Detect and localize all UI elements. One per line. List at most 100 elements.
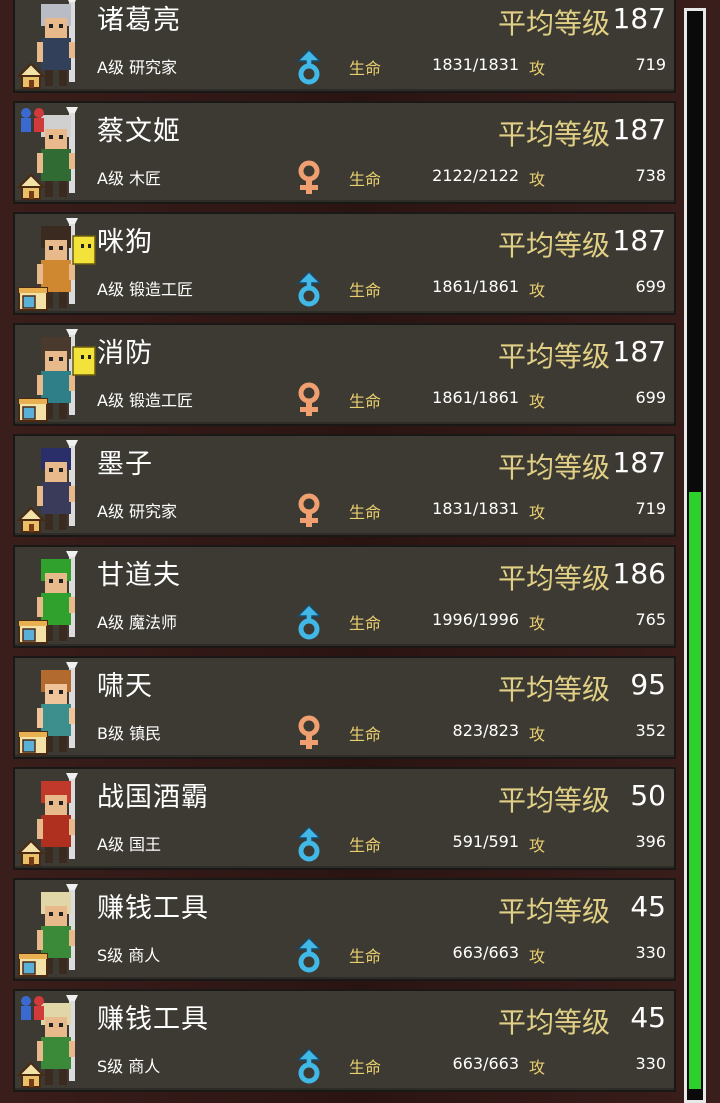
shop-icon xyxy=(18,731,48,755)
character-portrait[interactable] xyxy=(17,993,97,1089)
hp-label: 生命 xyxy=(349,836,382,855)
character-name: 墨子 xyxy=(97,449,153,480)
avg-level-label: 平均等级 xyxy=(497,673,610,706)
character-portrait[interactable] xyxy=(17,549,97,645)
character-row[interactable]: 消防 平均等级 187 A级 锻造工匠 生命 1861/1861 攻 699 xyxy=(13,323,676,426)
avg-level-label: 平均等级 xyxy=(497,895,610,928)
house-icon xyxy=(17,62,46,89)
attack-label: 攻 xyxy=(529,1058,546,1077)
rank-job-text: S级 商人 xyxy=(97,946,161,965)
avg-level-label: 平均等级 xyxy=(497,562,610,595)
character-row[interactable]: 赚钱工具 平均等级 45 S级 商人 生命 663/663 攻 330 xyxy=(13,989,676,1092)
shop-icon xyxy=(18,953,48,977)
avg-level-value: 45 xyxy=(630,1001,666,1034)
hp-label: 生命 xyxy=(349,947,382,966)
female-symbol-icon xyxy=(298,493,320,527)
character-list[interactable]: 诸葛亮 平均等级 187 A级 研究家 生命 1831/1831 攻 719 蔡… xyxy=(13,0,676,1103)
character-name: 蔡文姬 xyxy=(97,116,181,147)
character-name: 赚钱工具 xyxy=(97,893,209,924)
character-name: 诸葛亮 xyxy=(97,5,181,36)
hp-label: 生命 xyxy=(349,392,382,411)
rank-job-text: A级 国王 xyxy=(97,835,162,854)
avg-level-value: 50 xyxy=(630,779,666,812)
attack-label: 攻 xyxy=(529,281,546,300)
character-row[interactable]: 墨子 平均等级 187 A级 研究家 生命 1831/1831 攻 719 xyxy=(13,434,676,537)
attack-value: 699 xyxy=(635,388,666,407)
house-icon xyxy=(17,506,46,533)
attack-label: 攻 xyxy=(529,392,546,411)
attack-value: 765 xyxy=(635,610,666,629)
avg-level-value: 187 xyxy=(612,446,666,479)
character-portrait[interactable] xyxy=(17,327,97,423)
character-row[interactable]: 咪狗 平均等级 187 A级 锻造工匠 生命 1861/1861 攻 699 xyxy=(13,212,676,315)
character-row[interactable]: 诸葛亮 平均等级 187 A级 研究家 生命 1831/1831 攻 719 xyxy=(13,0,676,93)
hp-value: 823/823 xyxy=(452,721,519,740)
hp-value: 591/591 xyxy=(452,832,519,851)
character-row[interactable]: 赚钱工具 平均等级 45 S级 商人 生命 663/663 攻 330 xyxy=(13,878,676,981)
rank-job-text: S级 商人 xyxy=(97,1057,161,1076)
house-icon xyxy=(17,839,46,866)
house-icon xyxy=(17,173,46,200)
character-row[interactable]: 战国酒霸 平均等级 50 A级 国王 生命 591/591 攻 396 xyxy=(13,767,676,870)
avg-level-label: 平均等级 xyxy=(497,118,610,151)
character-name: 甘道夫 xyxy=(97,560,181,591)
attack-value: 396 xyxy=(635,832,666,851)
avg-level-label: 平均等级 xyxy=(497,340,610,373)
attack-value: 330 xyxy=(635,943,666,962)
avg-level-value: 186 xyxy=(612,557,666,590)
character-portrait[interactable] xyxy=(17,882,97,978)
scrollbar-thumb[interactable] xyxy=(689,492,701,1089)
hp-label: 生命 xyxy=(349,614,382,633)
male-symbol-icon xyxy=(296,826,322,862)
attack-label: 攻 xyxy=(529,947,546,966)
character-row[interactable]: 甘道夫 平均等级 186 A级 魔法师 生命 1996/1996 攻 765 xyxy=(13,545,676,648)
avg-level-value: 187 xyxy=(612,113,666,146)
character-portrait[interactable] xyxy=(17,771,97,867)
hp-label: 生命 xyxy=(349,59,382,78)
character-name: 消防 xyxy=(97,338,153,369)
yellow-flag-icon xyxy=(72,346,96,376)
avg-level-label: 平均等级 xyxy=(497,784,610,817)
rank-job-text: B级 镇民 xyxy=(97,724,162,743)
attack-label: 攻 xyxy=(529,170,546,189)
female-symbol-icon xyxy=(298,160,320,194)
yellow-flag-icon xyxy=(72,235,96,265)
character-row[interactable]: 蔡文姬 平均等级 187 A级 木匠 生命 2122/2122 攻 738 xyxy=(13,101,676,204)
rank-job-text: A级 木匠 xyxy=(97,169,162,188)
attack-label: 攻 xyxy=(529,836,546,855)
female-symbol-icon xyxy=(298,715,320,749)
avg-level-label: 平均等级 xyxy=(497,451,610,484)
character-portrait[interactable] xyxy=(17,105,97,201)
character-name: 咪狗 xyxy=(97,227,153,258)
attack-value: 738 xyxy=(635,166,666,185)
character-portrait[interactable] xyxy=(17,438,97,534)
avg-level-label: 平均等级 xyxy=(497,1006,610,1039)
hp-label: 生命 xyxy=(349,1058,382,1077)
attack-value: 330 xyxy=(635,1054,666,1073)
character-portrait[interactable] xyxy=(17,660,97,756)
shop-icon xyxy=(18,287,48,311)
hp-value: 663/663 xyxy=(452,943,519,962)
rank-job-text: A级 锻造工匠 xyxy=(97,391,194,410)
avg-level-value: 95 xyxy=(630,668,666,701)
male-symbol-icon xyxy=(296,49,322,85)
attack-value: 719 xyxy=(635,55,666,74)
avg-level-value: 187 xyxy=(612,224,666,257)
house-icon xyxy=(17,1061,46,1088)
character-name: 赚钱工具 xyxy=(97,1004,209,1035)
rank-job-text: A级 魔法师 xyxy=(97,613,178,632)
male-symbol-icon xyxy=(296,1048,322,1084)
character-portrait[interactable] xyxy=(17,216,97,312)
hp-value: 1996/1996 xyxy=(432,610,519,629)
character-row[interactable]: 啸天 平均等级 95 B级 镇民 生命 823/823 攻 352 xyxy=(13,656,676,759)
avg-level-value: 187 xyxy=(612,2,666,35)
shop-icon xyxy=(18,620,48,644)
avg-level-label: 平均等级 xyxy=(497,7,610,40)
hp-value: 1861/1861 xyxy=(432,388,519,407)
team-icon xyxy=(21,996,44,1020)
attack-value: 352 xyxy=(635,721,666,740)
character-portrait[interactable] xyxy=(17,0,97,90)
hp-label: 生命 xyxy=(349,170,382,189)
attack-label: 攻 xyxy=(529,614,546,633)
hp-label: 生命 xyxy=(349,503,382,522)
